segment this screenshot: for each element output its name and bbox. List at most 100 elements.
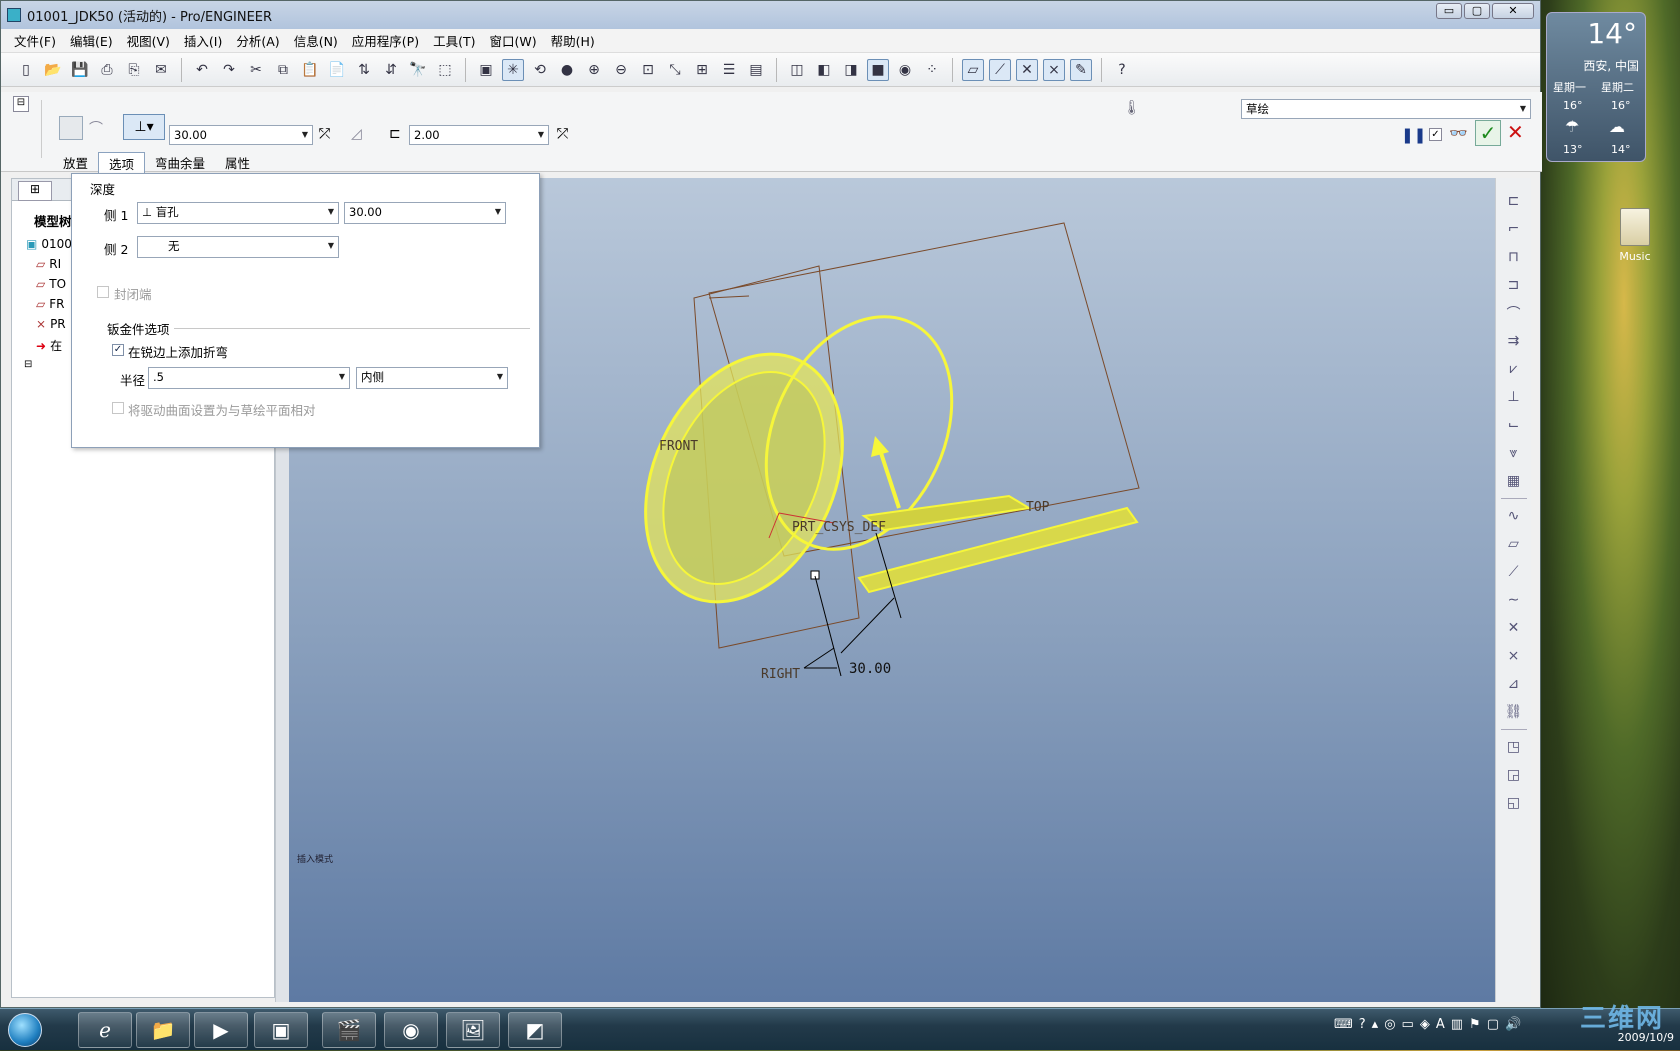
copy-icon[interactable]: ⧉ (272, 59, 294, 81)
shading-icon[interactable]: ■ (867, 58, 889, 81)
accept-button[interactable]: ✓ (1475, 120, 1501, 146)
csys-icon[interactable]: ⨯ (1043, 58, 1065, 81)
datum-axes-icon[interactable]: ⟋ (989, 58, 1011, 81)
maximize-button[interactable]: ▢ (1464, 3, 1490, 19)
regenerate-icon[interactable]: ⇅ (353, 59, 375, 81)
tree-item-insert-here[interactable]: ➜ 在 (36, 337, 62, 354)
start-button[interactable] (2, 1009, 48, 1051)
saved-views-icon[interactable]: ⊞ (691, 59, 713, 81)
datum-curve-tool-icon[interactable]: ∼ (1503, 589, 1525, 611)
unbend-all-icon[interactable]: ⇉ (1503, 330, 1525, 352)
annotations-icon[interactable]: ✎ (1070, 58, 1092, 81)
corner-relief-icon[interactable]: ⩔ (1503, 442, 1525, 464)
minimize-button[interactable]: ▭ (1436, 3, 1462, 19)
taskbar-media-classic[interactable]: 🎬 (322, 1012, 376, 1048)
tab-placement[interactable]: 放置 (53, 152, 98, 174)
preview-glasses-icon[interactable]: 👓 (1449, 124, 1468, 142)
ati-icon[interactable]: A (1436, 1017, 1445, 1032)
menu-analysis[interactable]: 分析(A) (229, 31, 286, 50)
flip-thickness-icon[interactable]: ⤱ (557, 126, 568, 142)
open-icon[interactable]: 📂 (42, 59, 64, 81)
reorient-icon[interactable]: ⤡ (664, 59, 686, 81)
keyboard-icon[interactable]: ⌨ (1334, 1017, 1353, 1032)
menu-window[interactable]: 窗口(W) (482, 31, 543, 50)
cancel-button[interactable]: ✕ (1507, 120, 1524, 144)
surface-type-icon[interactable]: ⌒ (89, 118, 103, 138)
tree-item-top[interactable]: ▱ TO (36, 277, 66, 291)
flag-icon[interactable]: ⚑ (1469, 1017, 1481, 1032)
volume-icon[interactable]: 🔊 (1505, 1017, 1521, 1032)
csys-tool-icon[interactable]: ⨯ (1503, 645, 1525, 667)
enhanced-realism-icon[interactable]: ◉ (894, 59, 916, 81)
monitor-icon[interactable]: ▭ (1402, 1017, 1414, 1032)
menu-tools[interactable]: 工具(T) (426, 31, 482, 50)
menu-applications[interactable]: 应用程序(P) (345, 31, 426, 50)
view-manager-icon[interactable]: ▤ (745, 59, 767, 81)
taskbar-media-player[interactable]: ▶ (194, 1012, 248, 1048)
taskbar-chrome[interactable]: ◉ (384, 1012, 438, 1048)
repaint-icon[interactable]: ▣ (475, 59, 497, 81)
cut-icon[interactable]: ✂ (245, 59, 267, 81)
datum-points-icon[interactable]: ✕ (1016, 58, 1038, 81)
merge-tool-icon[interactable]: ◲ (1503, 764, 1525, 786)
tray-app2-icon[interactable]: ◈ (1420, 1017, 1430, 1032)
bend-icon[interactable]: ⌒ (1503, 302, 1525, 324)
chevron-up-icon[interactable]: ▴ (1372, 1017, 1379, 1032)
sphere-icon[interactable]: ● (556, 59, 578, 81)
title-bar[interactable]: 01001_JDK50 (活动的) - Pro/ENGINEER ▭ ▢ ✕ (1, 1, 1540, 29)
menu-view[interactable]: 视图(V) (120, 31, 177, 50)
orient-mode-icon[interactable]: ⟲ (529, 59, 551, 81)
network-icon[interactable]: ▥ (1451, 1017, 1463, 1032)
side1-type-combo[interactable]: ⊥ 盲孔 ▼ (137, 202, 339, 224)
thickness-value-combo[interactable]: 2.00 ▼ (409, 125, 549, 145)
radius-side-combo[interactable]: 内侧 ▼ (356, 367, 508, 389)
depth-option-dropdown[interactable]: ⊥▾ (123, 114, 165, 140)
flange-wall-icon[interactable]: ⊓ (1503, 246, 1525, 268)
pause-icon[interactable]: ❚❚ (1401, 126, 1426, 144)
add-bends-checkbox[interactable]: ✓ (112, 344, 124, 356)
appearance-icon[interactable]: ⁘ (921, 59, 943, 81)
flip-depth-icon[interactable]: ⤱ (319, 126, 330, 142)
dashboard-collapse-icon[interactable]: ⊟ (13, 96, 29, 112)
flat-pattern-icon[interactable]: ▦ (1503, 470, 1525, 492)
tree-item-csys[interactable]: ⨯ PR (36, 317, 66, 331)
verify-checkbox-icon[interactable]: ✓ (1429, 128, 1442, 141)
tab-properties[interactable]: 属性 (215, 152, 260, 174)
datum-plane-tool-icon[interactable]: ▱ (1503, 533, 1525, 555)
wireframe-icon[interactable]: ◫ (786, 59, 808, 81)
close-button[interactable]: ✕ (1492, 3, 1534, 19)
remove-material-icon[interactable]: ◿ (351, 126, 362, 142)
tree-expand-icon[interactable]: ⊟ (24, 359, 32, 370)
tree-item-right[interactable]: ▱ RI (36, 257, 61, 271)
desktop-icon-music[interactable]: Music (1610, 208, 1660, 263)
select-box-icon[interactable]: ⬚ (434, 59, 456, 81)
taskbar-explorer[interactable]: 📁 (136, 1012, 190, 1048)
tab-bend-allowance[interactable]: 弯曲余量 (145, 152, 215, 174)
datum-axis-tool-icon[interactable]: ⟋ (1503, 561, 1525, 583)
solid-type-button[interactable] (59, 116, 83, 140)
extrude-wall-icon[interactable]: ⊐ (1503, 274, 1525, 296)
link-tool-icon[interactable]: ⛓ (1503, 701, 1525, 723)
tray-app-icon[interactable]: ◎ (1384, 1017, 1395, 1032)
find-icon[interactable]: 🔭 (407, 59, 429, 81)
datum-point-tool-icon[interactable]: ✕ (1503, 617, 1525, 639)
depth-value-combo[interactable]: 30.00 ▼ (169, 125, 313, 145)
paste-special-icon[interactable]: 📄 (326, 59, 348, 81)
taskbar-ie[interactable]: ℯ (78, 1012, 132, 1048)
paste-icon[interactable]: 📋 (299, 59, 321, 81)
tab-options[interactable]: 选项 (98, 152, 146, 174)
spin-center-icon[interactable]: ✳ (502, 58, 524, 81)
filter-combo[interactable]: 草绘 ▼ (1241, 99, 1531, 119)
rip-icon[interactable]: ⌙ (1503, 414, 1525, 436)
zoom-in-icon[interactable]: ⊕ (583, 59, 605, 81)
menu-file[interactable]: 文件(F) (7, 31, 63, 50)
bend-back-icon[interactable]: ⩗ (1503, 358, 1525, 380)
convert-tool-icon[interactable]: ◱ (1503, 792, 1525, 814)
help-icon[interactable]: ? (1359, 1017, 1366, 1032)
sketch-tool-icon[interactable]: ∿ (1503, 505, 1525, 527)
drive-surface-checkbox[interactable] (112, 402, 124, 414)
undo-icon[interactable]: ↶ (191, 59, 213, 81)
print-preview-icon[interactable]: ⎘ (123, 59, 145, 81)
print-icon[interactable]: ⎙ (96, 59, 118, 81)
zoom-out-icon[interactable]: ⊖ (610, 59, 632, 81)
